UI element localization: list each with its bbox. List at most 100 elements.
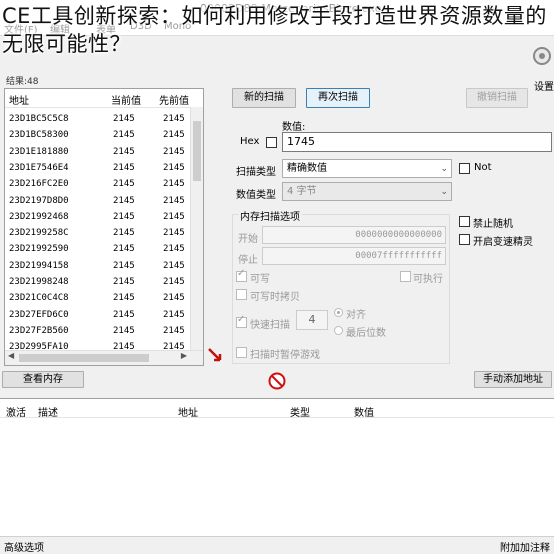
- result-current-value: 2145: [113, 293, 135, 304]
- speedhack-label: 开启变速精灵: [473, 237, 533, 248]
- result-address: 23D21992468: [9, 211, 69, 222]
- results-vscrollbar[interactable]: [190, 107, 203, 351]
- result-row[interactable]: 23D21992468 2145 2145: [5, 209, 195, 225]
- result-previous-value: 2145: [163, 228, 185, 239]
- col-description[interactable]: 描述: [38, 404, 58, 419]
- writable-checkbox[interactable]: [236, 268, 247, 282]
- result-current-value: 2145: [113, 179, 135, 190]
- results-list[interactable]: 地址 当前值 先前值 23D1BC5C5C8 2145 2145 23D1BC5830…: [4, 88, 204, 366]
- pause-game-checkbox[interactable]: [236, 347, 247, 358]
- result-row[interactable]: 23D216FC2E0 2145 2145: [5, 176, 195, 192]
- result-previous-value: 2145: [163, 309, 185, 320]
- executable-checkbox[interactable]: [400, 271, 411, 282]
- col-active[interactable]: 激活: [6, 404, 26, 419]
- result-previous-value: 2145: [163, 162, 185, 173]
- result-previous-value: 2145: [163, 211, 185, 222]
- add-to-list-arrow-icon[interactable]: [206, 346, 224, 364]
- result-current-value: 2145: [113, 325, 135, 336]
- scan-type-label: 扫描类型: [236, 167, 276, 178]
- result-previous-value: 2145: [163, 293, 185, 304]
- result-row[interactable]: 23D2197D8D0 2145 2145: [5, 193, 195, 209]
- last-digits-label: 最后位数: [346, 328, 386, 339]
- result-address: 23D216FC2E0: [9, 179, 69, 190]
- address-list-table[interactable]: 激活 描述 地址 类型 数值: [0, 398, 554, 536]
- result-current-value: 2145: [113, 146, 135, 157]
- add-address-button[interactable]: 手动添加地址: [474, 371, 552, 388]
- start-address-input[interactable]: 0000000000000000: [262, 226, 446, 244]
- result-row[interactable]: 23D27EFD6C0 2145 2145: [5, 307, 195, 323]
- not-checkbox[interactable]: [459, 163, 470, 174]
- start-label: 开始: [238, 234, 258, 245]
- stop-label: 停止: [238, 255, 258, 266]
- col-previous[interactable]: 先前值: [159, 92, 189, 107]
- value-type-value: 4 字节: [287, 186, 317, 197]
- result-current-value: 2145: [113, 211, 135, 222]
- hex-checkbox[interactable]: [266, 137, 277, 148]
- copy-on-write-label: 可写时拷贝: [250, 292, 300, 303]
- results-header: 地址 当前值 先前值: [5, 89, 203, 108]
- col-type[interactable]: 类型: [290, 404, 310, 419]
- settings-label[interactable]: 设置: [534, 78, 554, 93]
- fast-scan-input[interactable]: 4: [296, 310, 328, 330]
- result-address: 23D21998248: [9, 277, 69, 287]
- result-row[interactable]: 23D21994158 2145 2145: [5, 258, 195, 274]
- stop-address-input[interactable]: 00007fffffffffff: [262, 247, 446, 265]
- result-address: 23D27EFD6C0: [9, 309, 69, 320]
- result-address: 23D1E7546E4: [9, 162, 69, 173]
- fast-scan-label: 快速扫描: [250, 320, 290, 331]
- disable-random-checkbox[interactable]: [459, 216, 470, 227]
- value-type-select[interactable]: 4 字节 ⌄: [282, 182, 452, 201]
- col-value[interactable]: 数值: [354, 404, 374, 419]
- result-address: 23D21992590: [9, 244, 69, 255]
- result-previous-value: 2145: [163, 195, 185, 206]
- value-input[interactable]: 1745: [282, 132, 552, 152]
- alignment-radio[interactable]: [334, 308, 343, 317]
- results-hscrollbar[interactable]: ◀ ▶: [5, 350, 203, 365]
- result-address: 23D1E181880: [9, 146, 69, 157]
- result-previous-value: 2145: [163, 114, 185, 124]
- result-address: 23D27F2B560: [9, 325, 69, 336]
- hex-label: Hex: [240, 136, 260, 147]
- chevron-down-icon: ⌄: [440, 187, 448, 197]
- scan-type-select[interactable]: 精确数值 ⌄: [282, 159, 452, 178]
- col-current[interactable]: 当前值: [111, 92, 141, 107]
- result-row[interactable]: 23D1BC5C5C8 2145 2145: [5, 111, 195, 127]
- status-bar: 高级选项 附加加注释: [0, 536, 554, 554]
- copy-on-write-checkbox[interactable]: [236, 289, 247, 300]
- result-previous-value: 2145: [163, 325, 185, 336]
- result-current-value: 2145: [113, 130, 135, 141]
- result-address: 23D1BC5C5C8: [9, 114, 69, 124]
- result-row[interactable]: 23D2199258C 2145 2145: [5, 225, 195, 241]
- address-list-header: 激活 描述 地址 类型 数值: [0, 399, 554, 419]
- result-row[interactable]: 23D21992590 2145 2145: [5, 241, 195, 257]
- result-row[interactable]: 23D21998248 2145 2145: [5, 274, 195, 290]
- speedhack-checkbox[interactable]: [459, 234, 470, 245]
- first-scan-button[interactable]: 新的扫描: [232, 88, 296, 108]
- next-scan-button[interactable]: 再次扫描: [306, 88, 370, 108]
- result-row[interactable]: 23D1BC58300 2145 2145: [5, 127, 195, 143]
- col-address[interactable]: 地址: [178, 404, 198, 419]
- result-row[interactable]: 23D21C0C4C8 2145 2145: [5, 290, 195, 306]
- result-address: 23D2197D8D0: [9, 195, 69, 206]
- result-previous-value: 2145: [163, 146, 185, 157]
- undo-scan-button[interactable]: 撤销扫描: [466, 88, 528, 108]
- result-row[interactable]: 23D1E7546E4 2145 2145: [5, 160, 195, 176]
- result-address: 23D1BC58300: [9, 130, 69, 141]
- result-previous-value: 2145: [163, 179, 185, 190]
- result-current-value: 2145: [113, 195, 135, 206]
- found-count: 结果:48: [6, 77, 39, 87]
- stop-clear-icon[interactable]: [268, 372, 286, 390]
- result-current-value: 2145: [113, 114, 135, 124]
- memory-view-button[interactable]: 查看内存: [2, 371, 84, 388]
- result-current-value: 2145: [113, 277, 135, 287]
- executable-label: 可执行: [413, 274, 443, 285]
- result-previous-value: 2145: [163, 130, 185, 141]
- result-current-value: 2145: [113, 309, 135, 320]
- result-row[interactable]: 23D1E181880 2145 2145: [5, 144, 195, 160]
- result-address: 23D2199258C: [9, 228, 69, 239]
- col-address[interactable]: 地址: [9, 92, 29, 107]
- result-row[interactable]: 23D27F2B560 2145 2145: [5, 323, 195, 339]
- last-digits-radio[interactable]: [334, 326, 343, 335]
- scan-type-value: 精确数值: [287, 163, 327, 174]
- fast-scan-checkbox[interactable]: [236, 314, 247, 328]
